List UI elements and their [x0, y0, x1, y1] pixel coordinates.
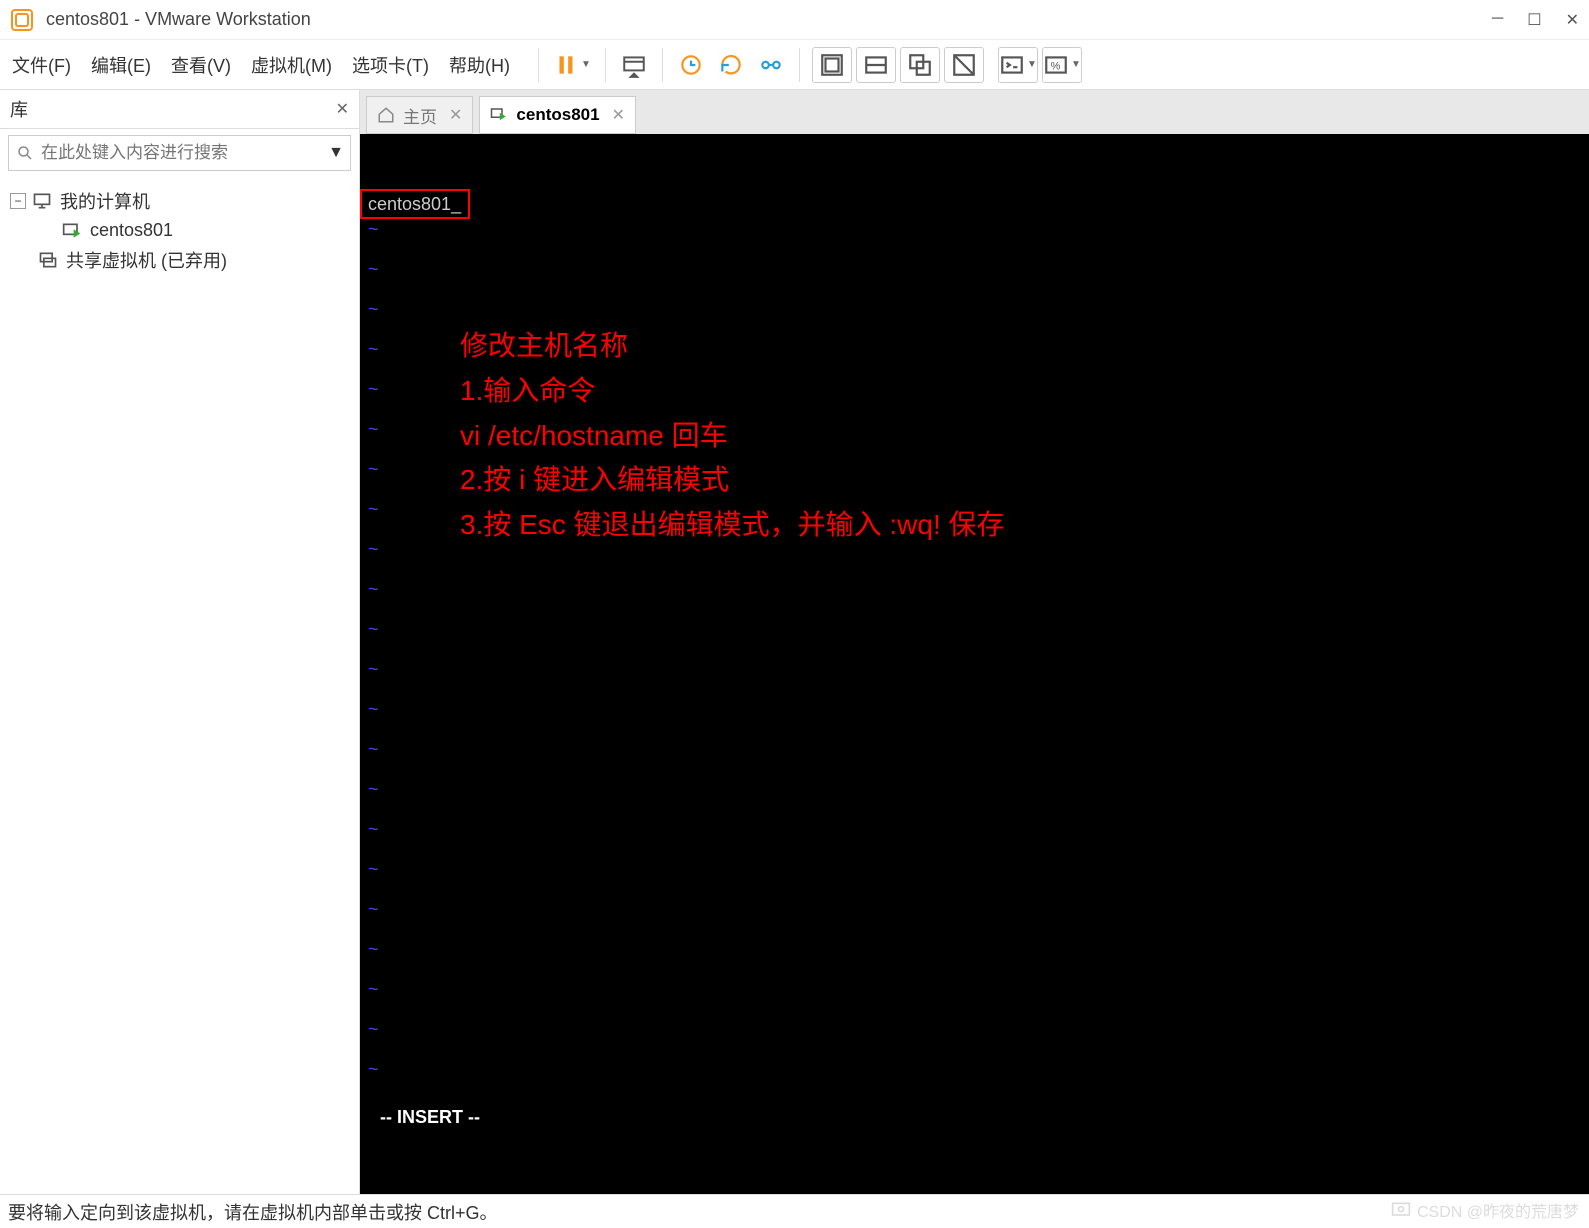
- menu-tabs[interactable]: 选项卡(T): [352, 52, 429, 78]
- preferences-button[interactable]: % ▼: [1042, 47, 1082, 83]
- terminal-hostname: centos801_: [368, 194, 461, 215]
- menu-vm[interactable]: 虚拟机(M): [251, 52, 332, 78]
- snapshot-revert-button[interactable]: [711, 47, 751, 83]
- maximize-button[interactable]: ☐: [1527, 10, 1541, 30]
- statusbar: 要将输入定向到该虚拟机，请在虚拟机内部单击或按 Ctrl+G。: [0, 1194, 1589, 1228]
- library-sidebar: 库 ✕ ▼ − 我的计算机 centos801: [0, 90, 360, 1194]
- view-fullscreen-button[interactable]: [812, 47, 852, 83]
- terminal-tilde: ~: [368, 379, 379, 400]
- terminal-tilde: ~: [368, 939, 379, 960]
- separator: [538, 48, 539, 82]
- tab-bar: 主页 ✕ centos801 ✕: [360, 90, 1589, 134]
- separator: [605, 48, 606, 82]
- window-title: centos801 - VMware Workstation: [46, 9, 1492, 30]
- chevron-down-icon: ▼: [1071, 59, 1081, 70]
- terminal-tilde: ~: [368, 579, 379, 600]
- console-button[interactable]: ▼: [998, 47, 1038, 83]
- terminal-tilde: ~: [368, 779, 379, 800]
- shared-vm-icon: [38, 250, 58, 270]
- view-console-button[interactable]: [900, 47, 940, 83]
- library-tree: − 我的计算机 centos801 共享虚拟机 (已弃用): [0, 177, 359, 284]
- tree-vm-centos801[interactable]: centos801: [4, 217, 355, 244]
- collapse-icon[interactable]: −: [10, 193, 26, 209]
- tree-root-my-computer[interactable]: − 我的计算机: [4, 185, 355, 217]
- tree-label: 我的计算机: [60, 188, 150, 214]
- tab-centos801[interactable]: centos801 ✕: [479, 96, 636, 134]
- annotation-text: 修改主机名称 1.输入命令 vi /etc/hostname 回车 2.按 i …: [460, 324, 1005, 548]
- titlebar: centos801 - VMware Workstation ─ ☐ ✕: [0, 0, 1589, 40]
- status-text: 要将输入定向到该虚拟机，请在虚拟机内部单击或按 Ctrl+G。: [8, 1199, 498, 1225]
- vm-running-icon: [490, 106, 508, 124]
- vmware-logo-icon: [10, 8, 34, 32]
- pause-button[interactable]: ▼: [547, 47, 597, 83]
- terminal-tilde: ~: [368, 539, 379, 560]
- main-area: 主页 ✕ centos801 ✕ centos801_ ~ ~ ~ ~ ~ ~ …: [360, 90, 1589, 1194]
- sidebar-title: 库: [10, 96, 28, 122]
- terminal-tilde: ~: [368, 619, 379, 640]
- tree-label: centos801: [90, 220, 173, 241]
- home-icon: [377, 106, 395, 124]
- watermark: CSDN @昨夜的荒唐梦: [1391, 1198, 1579, 1222]
- tab-home[interactable]: 主页 ✕: [366, 96, 473, 134]
- chevron-down-icon: ▼: [581, 59, 591, 70]
- close-button[interactable]: ✕: [1566, 10, 1579, 30]
- menu-view[interactable]: 查看(V): [171, 52, 231, 78]
- svg-text:%: %: [1051, 60, 1061, 72]
- tab-close-button[interactable]: ✕: [612, 105, 625, 125]
- terminal-tilde: ~: [368, 699, 379, 720]
- terminal-tilde: ~: [368, 739, 379, 760]
- tab-close-button[interactable]: ✕: [449, 105, 462, 125]
- terminal-tilde: ~: [368, 259, 379, 280]
- menubar: 文件(F) 编辑(E) 查看(V) 虚拟机(M) 选项卡(T) 帮助(H) ▼ …: [0, 40, 1589, 90]
- tab-label: 主页: [403, 103, 437, 128]
- snapshot-manage-button[interactable]: [751, 47, 791, 83]
- menu-help[interactable]: 帮助(H): [449, 52, 510, 78]
- minimize-button[interactable]: ─: [1492, 10, 1503, 30]
- terminal-tilde: ~: [368, 899, 379, 920]
- search-dropdown[interactable]: ▼: [322, 144, 350, 162]
- terminal-tilde: ~: [368, 859, 379, 880]
- vi-mode-indicator: -- INSERT --: [380, 1107, 480, 1128]
- terminal-tilde: ~: [368, 819, 379, 840]
- view-unity-button[interactable]: [856, 47, 896, 83]
- separator: [799, 48, 800, 82]
- search-box[interactable]: ▼: [8, 135, 351, 171]
- sidebar-close-button[interactable]: ✕: [336, 99, 349, 119]
- search-input[interactable]: [41, 143, 322, 163]
- terminal-tilde: ~: [368, 979, 379, 1000]
- chevron-down-icon: ▼: [1027, 59, 1037, 70]
- menu-edit[interactable]: 编辑(E): [91, 52, 151, 78]
- terminal-tilde: ~: [368, 219, 379, 240]
- menu-file[interactable]: 文件(F): [12, 52, 71, 78]
- search-icon: [9, 144, 41, 162]
- tree-shared-vms[interactable]: 共享虚拟机 (已弃用): [4, 244, 355, 276]
- terminal-tilde: ~: [368, 1059, 379, 1080]
- tree-label: 共享虚拟机 (已弃用): [66, 247, 227, 273]
- terminal-tilde: ~: [368, 299, 379, 320]
- snapshot-take-button[interactable]: [671, 47, 711, 83]
- terminal-tilde: ~: [368, 419, 379, 440]
- separator: [662, 48, 663, 82]
- send-ctrl-alt-del-button[interactable]: [614, 47, 654, 83]
- vm-console[interactable]: centos801_ ~ ~ ~ ~ ~ ~ ~ ~ ~ ~ ~ ~ ~ ~ ~…: [360, 134, 1589, 1194]
- tab-label: centos801: [516, 105, 599, 125]
- view-stretch-button[interactable]: [944, 47, 984, 83]
- vm-running-icon: [62, 221, 82, 241]
- terminal-tilde: ~: [368, 1019, 379, 1040]
- terminal-tilde: ~: [368, 459, 379, 480]
- computer-icon: [32, 191, 52, 211]
- terminal-tilde: ~: [368, 339, 379, 360]
- terminal-tilde: ~: [368, 499, 379, 520]
- terminal-tilde: ~: [368, 659, 379, 680]
